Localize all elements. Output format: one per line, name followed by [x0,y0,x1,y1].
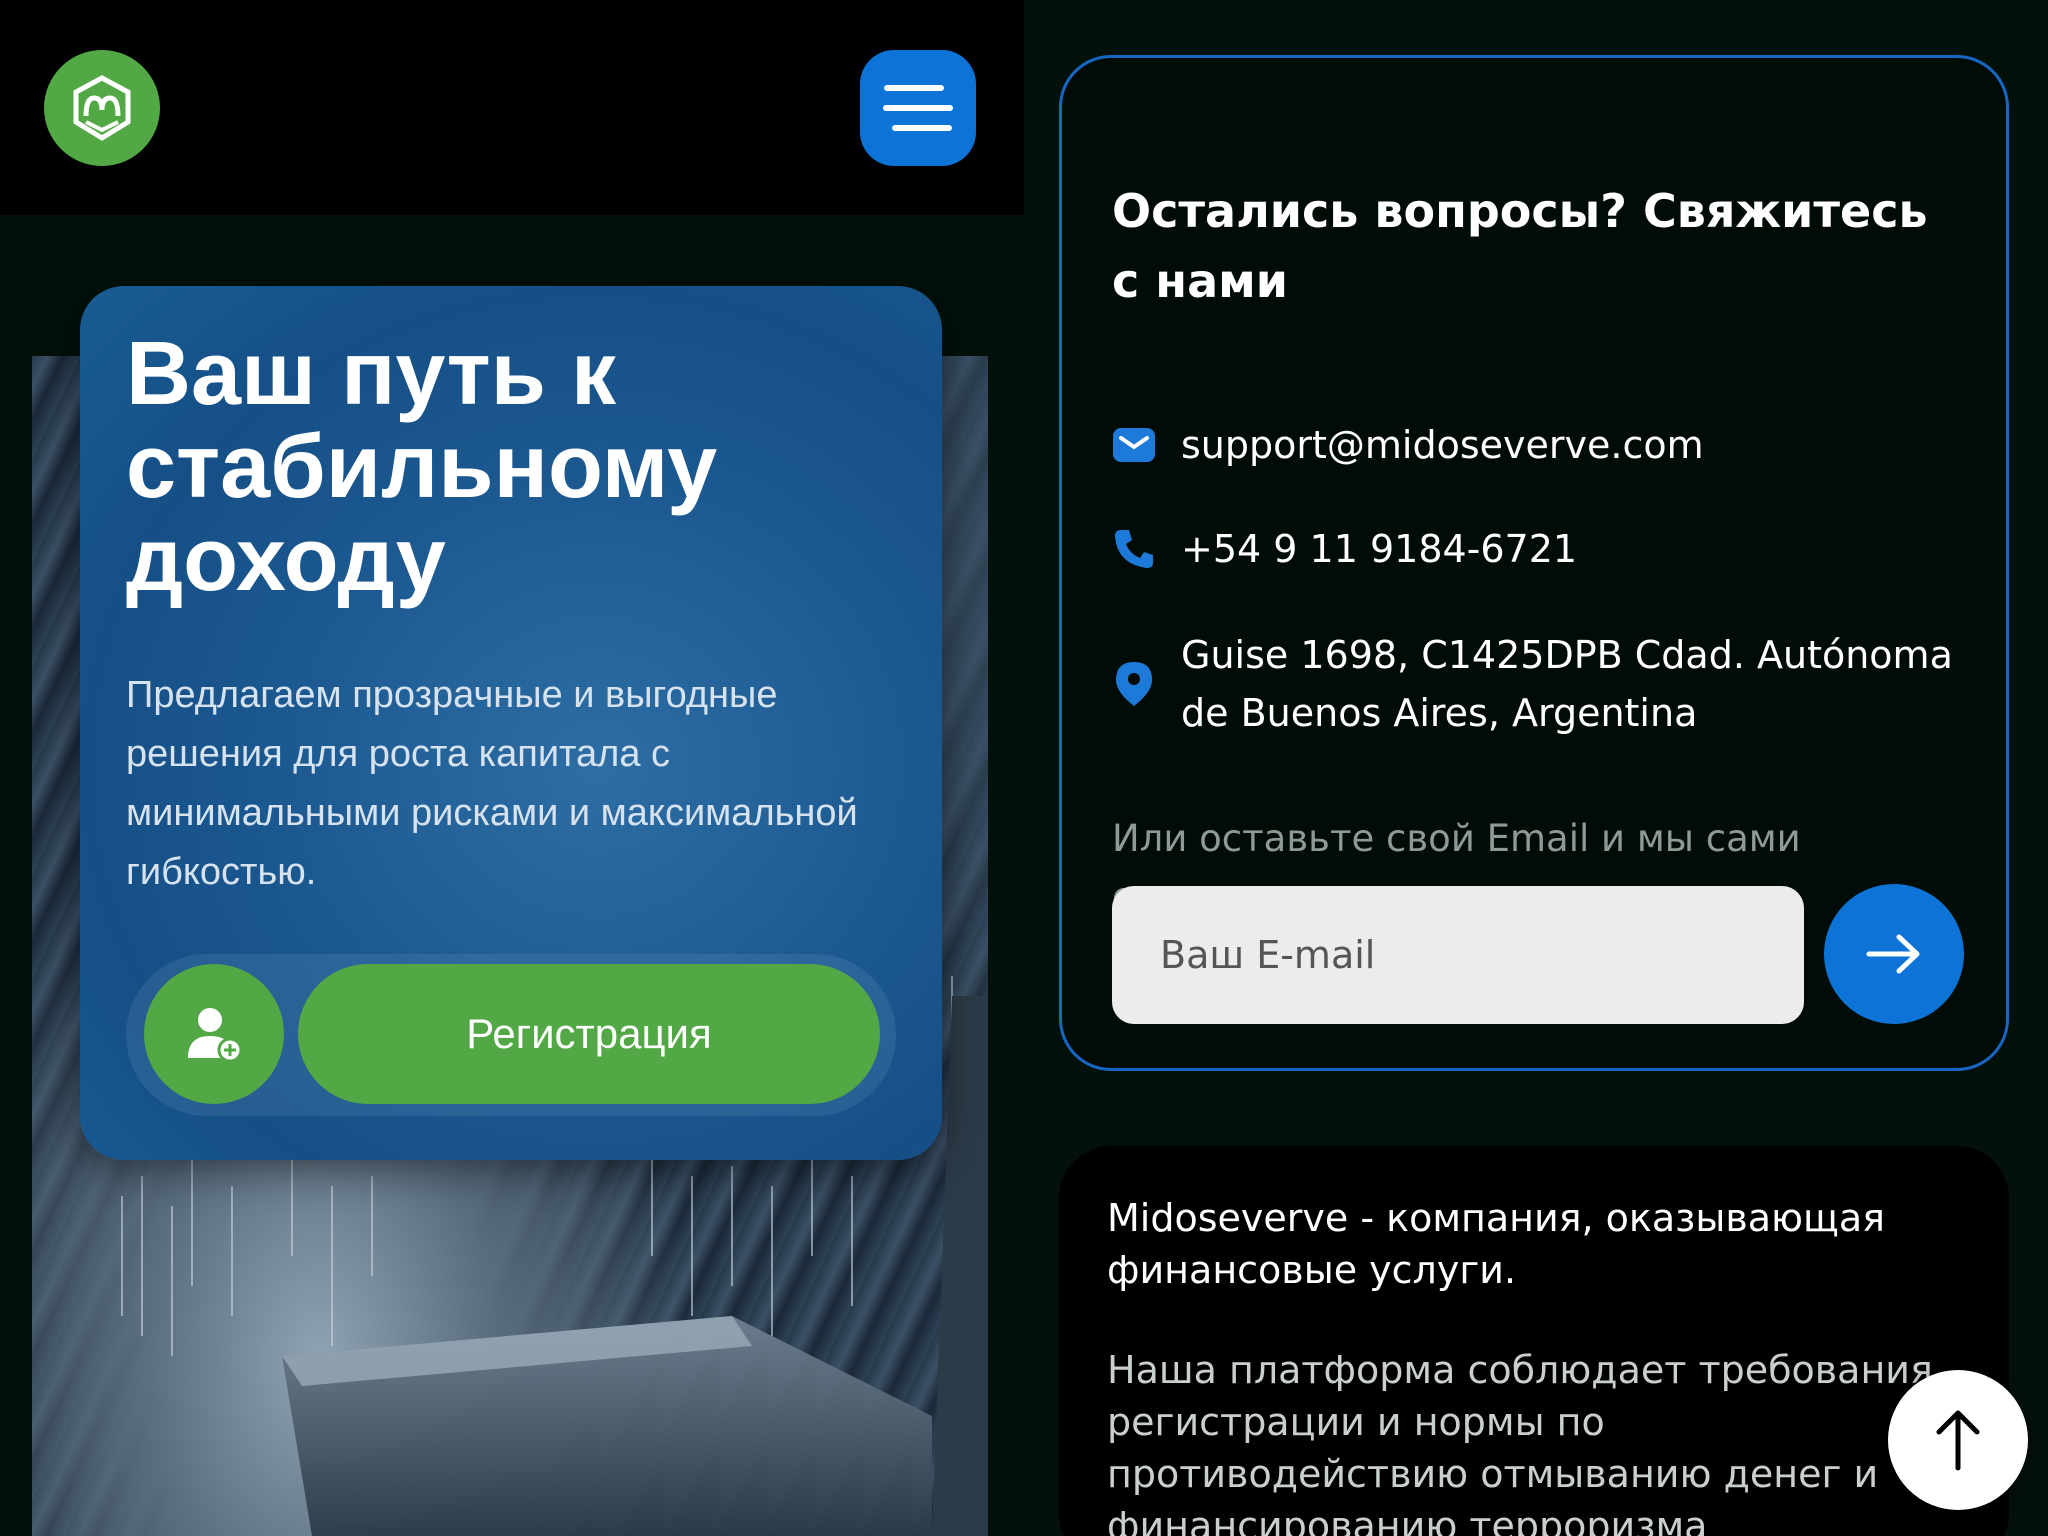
mail-icon [1112,423,1156,467]
location-pin-glyph [1116,662,1152,706]
registration-cta-group: Регистрация [126,954,896,1116]
user-plus-icon[interactable] [144,964,284,1104]
scroll-to-top-button[interactable] [1888,1370,2028,1510]
register-button[interactable]: Регистрация [298,964,880,1104]
contact-phone-row[interactable]: +54 9 11 9184-6721 [1112,520,1577,578]
contact-email-row[interactable]: support@midoseverve.com [1112,416,1704,474]
mail-glyph [1113,428,1155,462]
hero-panel: Ваш путь к стабильному доходу Предлагаем… [0,0,1024,1536]
contact-phone: +54 9 11 9184-6721 [1181,527,1578,571]
about-title: Midoseverve - компания, оказывающая фина… [1107,1196,1885,1292]
menu-line [892,125,952,131]
location-pin-icon [1112,662,1156,706]
menu-line [883,105,953,111]
menu-line [884,85,944,91]
contact-email: support@midoseverve.com [1181,423,1704,467]
brand-logo-mark [73,75,131,141]
phone-glyph [1115,530,1153,568]
hamburger-menu-button[interactable] [860,50,976,166]
contact-panel: Остались вопросы? Свяжитесь с нами suppo… [1024,0,2048,1536]
contact-address: Guise 1698, C1425DPB Cdad. Autónoma de B… [1181,633,1953,735]
about-company-card: Midoseverve - компания, оказывающая фина… [1059,1146,2009,1536]
phone-icon [1112,527,1156,571]
contact-title: Остались вопросы? Свяжитесь с нами [1112,184,1928,308]
arrow-right-icon [1866,934,1920,974]
about-text: Наша платформа соблюдает требования реги… [1107,1348,1933,1536]
contact-card: Остались вопросы? Свяжитесь с нами suppo… [1059,55,2009,1071]
arrow-up-icon [1936,1410,1980,1471]
hero-card: Ваш путь к стабильному доходу Предлагаем… [80,286,942,1160]
hero-description: Предлагаем прозрачные и выгодные решения… [126,674,858,893]
contact-address-row[interactable]: Guise 1698, C1425DPB Cdad. Autónoma de B… [1112,626,1981,742]
email-input[interactable] [1112,886,1804,1024]
user-plus-glyph [188,1008,243,1063]
submit-email-button[interactable] [1824,884,1964,1024]
top-navigation-bar [0,0,1024,215]
hero-title: Ваш путь к стабильному доходу [126,324,718,610]
brand-logo-icon[interactable] [44,50,160,166]
